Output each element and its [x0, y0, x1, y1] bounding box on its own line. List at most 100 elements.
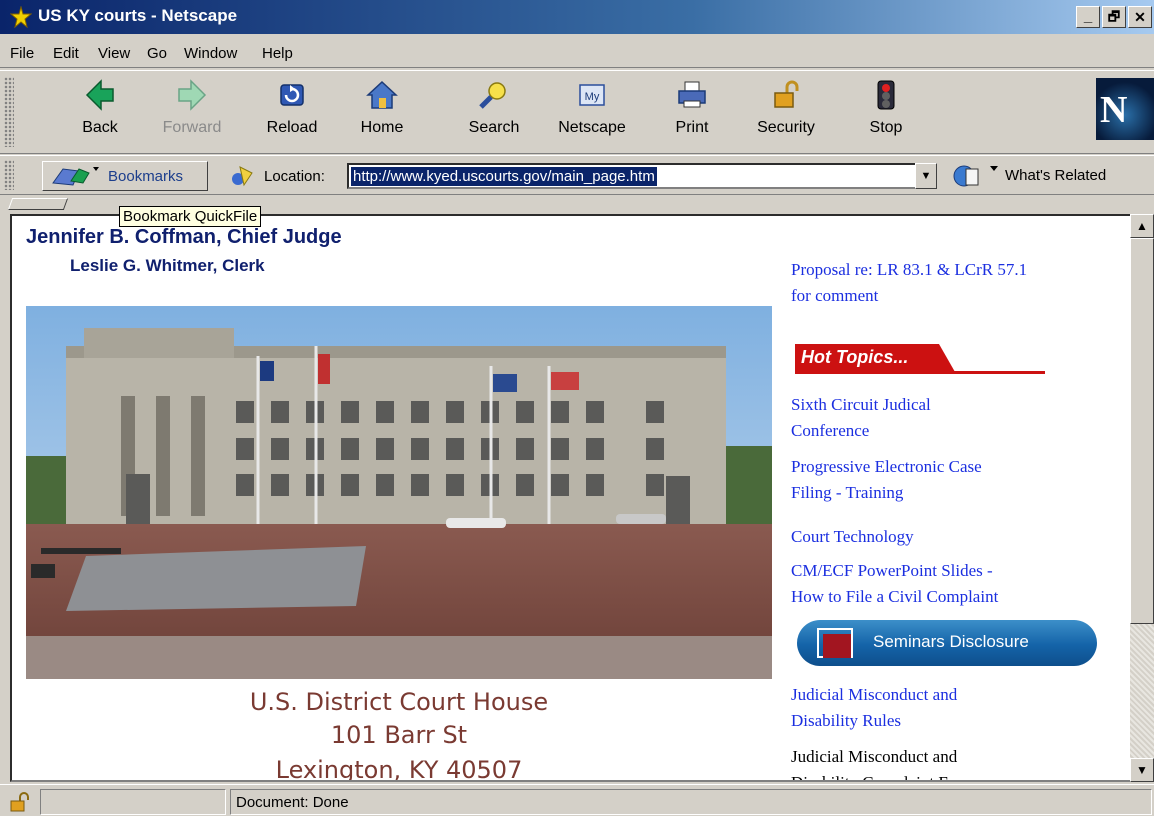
menu-edit[interactable]: Edit — [53, 45, 79, 62]
hot-topics-rule — [795, 371, 1045, 374]
url-input[interactable]: http://www.kyed.uscourts.gov/main_page.h… — [347, 163, 917, 189]
home-label: Home — [360, 119, 404, 136]
vertical-scrollbar[interactable]: ▲ ▼ — [1130, 214, 1154, 782]
down-arrow-icon: ▼ — [1136, 763, 1148, 777]
link-line: CM/ECF PowerPoint Slides - — [791, 561, 993, 580]
title-bar: US KY courts - Netscape _ 🗗 ✕ — [0, 0, 1154, 34]
my-netscape-button[interactable]: My Netscape — [552, 79, 632, 151]
search-label: Search — [468, 119, 520, 136]
menu-window[interactable]: Window — [184, 45, 237, 62]
scroll-thumb[interactable] — [1130, 238, 1154, 624]
link-line: Court Technology — [791, 527, 914, 546]
link-line: Filing - Training — [791, 483, 904, 502]
up-arrow-icon: ▲ — [1136, 219, 1148, 233]
personal-toolbar-tab[interactable] — [7, 198, 69, 210]
scroll-down-button[interactable]: ▼ — [1130, 758, 1154, 782]
text-line: Judicial Misconduct and — [791, 747, 958, 766]
reload-button[interactable]: Reload — [252, 79, 332, 151]
scroll-up-button[interactable]: ▲ — [1130, 214, 1154, 238]
home-button[interactable]: Home — [342, 79, 422, 151]
reload-label: Reload — [266, 119, 318, 136]
link-line: Conference — [791, 421, 870, 440]
location-toolbar: Bookmarks Location: http://www.kyed.usco… — [0, 155, 1154, 195]
back-button[interactable]: Back — [60, 79, 140, 151]
hot-topics-banner: Hot Topics... — [795, 342, 1045, 376]
menu-view[interactable]: View — [98, 45, 130, 62]
location-icon — [232, 166, 253, 187]
link-court-technology[interactable]: Court Technology — [791, 524, 914, 550]
menu-help[interactable]: Help — [262, 45, 293, 62]
link-line: Progressive Electronic Case — [791, 457, 982, 476]
padlock-icon — [774, 80, 799, 108]
svg-text:My: My — [585, 91, 600, 103]
location-grip[interactable] — [4, 160, 14, 190]
netscape-logo-letter: N — [1100, 89, 1128, 131]
bookmark-quickfile-tooltip: Bookmark QuickFile — [119, 206, 262, 227]
back-arrow-icon — [85, 79, 114, 111]
whats-related-button[interactable]: What's Related — [1005, 167, 1106, 184]
address-line-1: U.S. District Court House — [249, 688, 549, 716]
security-button[interactable]: Security — [746, 79, 826, 151]
url-text: http://www.kyed.uscourts.gov/main_page.h… — [351, 167, 657, 186]
proposal-link-line-1: Proposal re: LR 83.1 & LCrR 57.1 — [791, 260, 1028, 279]
maximize-button[interactable]: 🗗 — [1102, 6, 1126, 28]
link-line: How to File a Civil Complaint — [791, 587, 999, 606]
url-dropdown-button[interactable]: ▼ — [915, 163, 937, 189]
minimize-button[interactable]: _ — [1076, 6, 1100, 28]
netscape-label: Netscape — [558, 119, 626, 136]
print-label: Print — [675, 119, 709, 136]
link-ecf-training[interactable]: Progressive Electronic Case Filing - Tra… — [791, 454, 982, 506]
status-text: Document: Done — [236, 794, 349, 811]
stop-label: Stop — [869, 119, 903, 136]
seminars-label: Seminars Disclosure — [873, 632, 1029, 651]
courthouse-image — [26, 306, 772, 679]
proposal-link[interactable]: Proposal re: LR 83.1 & LCrR 57.1 for com… — [791, 257, 1027, 309]
proposal-link-line-2: for comment — [791, 286, 879, 305]
search-button[interactable]: Search — [454, 79, 534, 151]
netscape-star-icon — [10, 6, 32, 28]
back-label: Back — [82, 119, 118, 136]
courthouse-photo — [26, 306, 772, 679]
menu-file[interactable]: File — [10, 45, 34, 62]
address-line-2: 101 Barr St — [330, 721, 468, 749]
link-line: Sixth Circuit Judical — [791, 395, 931, 414]
stop-button[interactable]: Stop — [846, 79, 926, 151]
reload-icon — [280, 84, 304, 106]
forward-arrow-icon — [178, 79, 207, 111]
bookmarks-icon — [52, 167, 99, 186]
seminars-disclosure-button[interactable]: Seminars Disclosure — [797, 620, 1097, 666]
navigation-toolbar: Back Forward Reload Home Search My Netsc… — [0, 70, 1154, 154]
search-icon — [479, 82, 506, 109]
link-line: Judicial Misconduct and — [791, 685, 958, 704]
chevron-down-icon: ▼ — [920, 170, 932, 182]
netscape-logo[interactable]: N — [1096, 78, 1154, 140]
status-bar: Document: Done — [0, 784, 1154, 816]
misconduct-form-text: Judicial Misconduct and Disability Compl… — [791, 744, 975, 780]
printer-icon — [678, 81, 706, 108]
link-sixth-circuit-conference[interactable]: Sixth Circuit Judical Conference — [791, 392, 931, 444]
clerk-heading: Leslie G. Whitmer, Clerk — [70, 256, 265, 275]
close-button[interactable]: ✕ — [1128, 6, 1152, 28]
menu-bar: File Edit View Go Window Help — [0, 34, 1154, 68]
link-misconduct-rules[interactable]: Judicial Misconduct and Disability Rules — [791, 682, 957, 734]
security-lock-icon[interactable] — [8, 791, 32, 813]
window-title: US KY courts - Netscape — [38, 6, 238, 25]
hot-topics-title: Hot Topics... — [801, 347, 909, 367]
address-line-3: Lexington, KY 40507 — [275, 756, 523, 782]
menu-go[interactable]: Go — [147, 45, 167, 62]
location-label: Location: — [264, 168, 325, 185]
my-netscape-icon: My — [579, 84, 605, 106]
bookmarks-button[interactable]: Bookmarks — [42, 161, 208, 191]
toolbar-grip[interactable] — [4, 77, 14, 147]
stoplight-icon — [877, 80, 895, 110]
link-cmecf-slides[interactable]: CM/ECF PowerPoint Slides - How to File a… — [791, 558, 998, 610]
security-label: Security — [757, 119, 815, 136]
print-button[interactable]: Print — [652, 79, 732, 151]
forward-label: Forward — [162, 119, 222, 136]
forward-button[interactable]: Forward — [152, 79, 232, 151]
seminars-icon-fill — [823, 634, 851, 658]
page-content: Jennifer B. Coffman, Chief Judge Leslie … — [10, 214, 1132, 782]
status-pane-text — [230, 789, 1152, 815]
link-line: Disability Rules — [791, 711, 902, 730]
chief-judge-heading: Jennifer B. Coffman, Chief Judge — [26, 226, 342, 248]
